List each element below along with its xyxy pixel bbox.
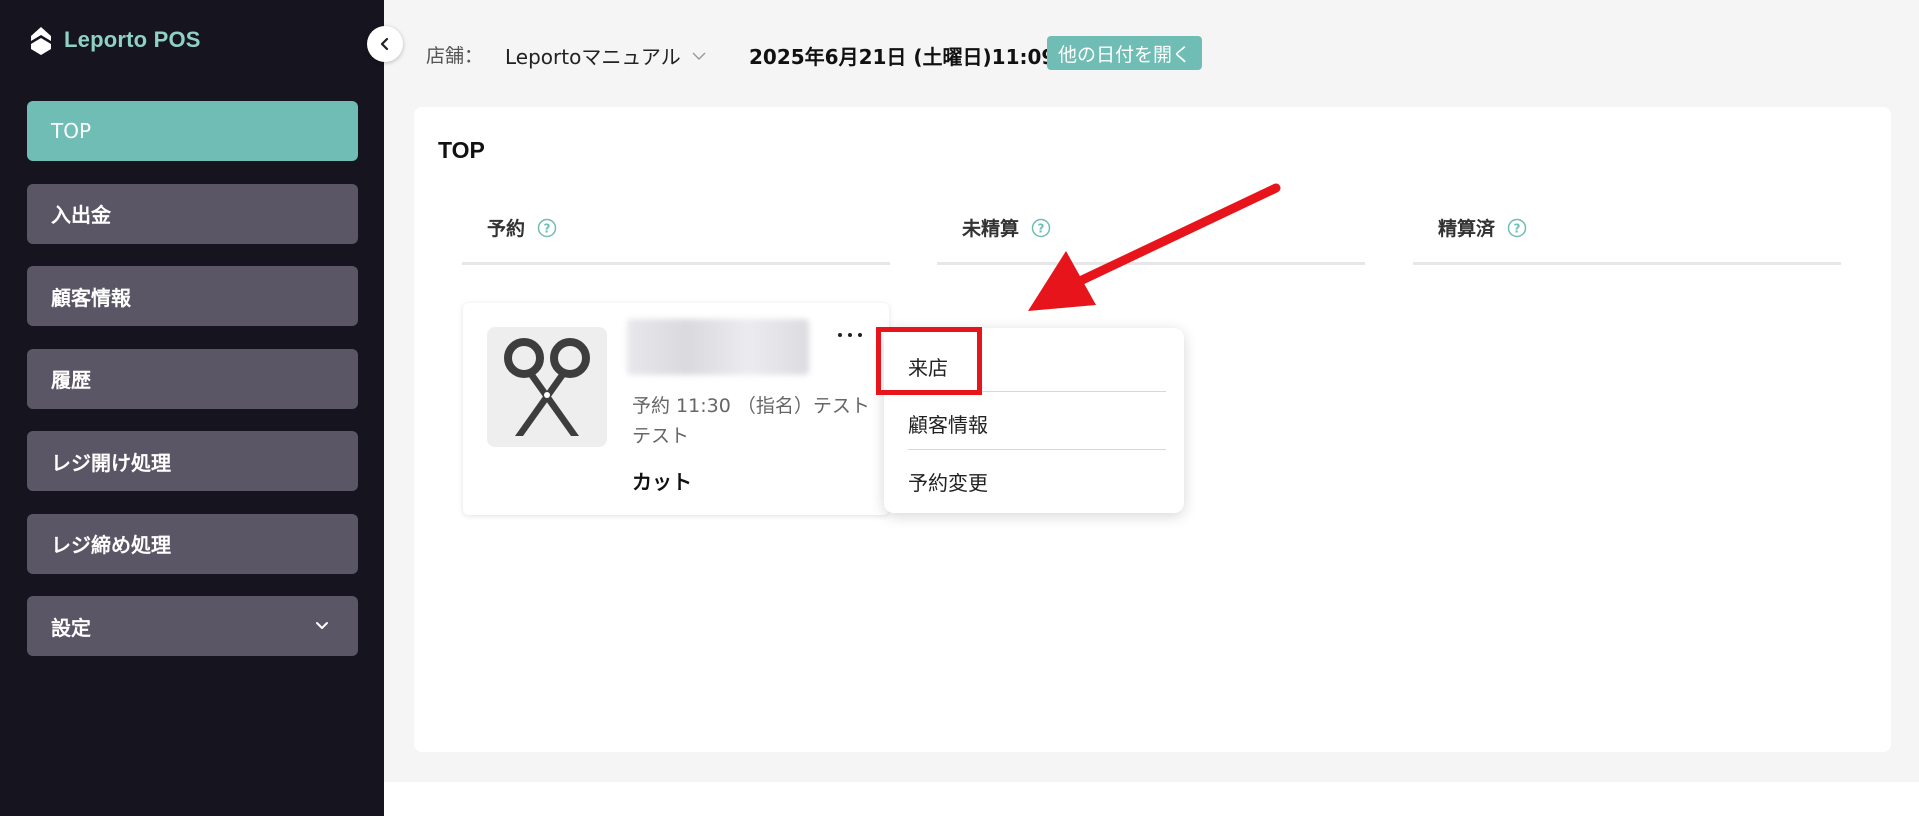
question-circle-icon[interactable]: ?	[537, 218, 557, 238]
store-label: 店舗：	[426, 45, 484, 67]
footer-strip	[384, 782, 1919, 816]
chevron-left-icon	[380, 37, 389, 51]
current-date: 2025年6月21日 (土曜日)11:09	[749, 45, 1056, 69]
more-horizontal-icon[interactable]	[835, 325, 865, 345]
column-header-paid: 精算済 ?	[1438, 214, 1527, 241]
svg-text:?: ?	[1514, 221, 1521, 235]
column-underline	[462, 262, 890, 265]
menu-divider	[908, 449, 1166, 450]
sidebar-item-top[interactable]: TOP	[27, 101, 358, 161]
sidebar-item-label: 顧客情報	[51, 285, 131, 310]
app-name: Leporto POS	[64, 27, 201, 52]
chevron-down-icon	[316, 622, 328, 629]
sidebar: Leporto POS TOP 入出金 顧客情報 履歴 レジ開け処理 レジ締め処…	[0, 0, 384, 816]
question-circle-icon[interactable]: ?	[1507, 218, 1527, 238]
column-header-reservation: 予約 ?	[487, 214, 557, 241]
sidebar-item-label: レジ締め処理	[51, 533, 171, 557]
brand[interactable]: Leporto POS	[28, 24, 201, 56]
sidebar-item-register-open[interactable]: レジ開け処理	[27, 431, 358, 491]
sidebar-item-label: 履歴	[51, 368, 91, 392]
menu-item-customer-info[interactable]: 顧客情報	[908, 409, 988, 438]
annotation-highlight-box	[876, 327, 982, 395]
chevron-down-icon	[692, 52, 706, 60]
leporto-logo-icon	[31, 27, 51, 55]
svg-text:?: ?	[544, 221, 551, 235]
column-header-label: 予約	[487, 218, 526, 240]
sidebar-item-label: 設定	[51, 615, 91, 640]
card-thumbnail	[487, 327, 607, 447]
column-header-label: 精算済	[1438, 218, 1496, 240]
scissors-icon	[504, 338, 590, 436]
reservation-card[interactable]: 予約 11:30 （指名）テスト テスト カット	[463, 303, 889, 515]
sidebar-nav: TOP 入出金 顧客情報 履歴 レジ開け処理 レジ締め処理 設定	[27, 101, 358, 679]
sidebar-item-label: TOP	[51, 119, 92, 143]
customer-name-blurred	[627, 319, 809, 375]
sidebar-item-history[interactable]: 履歴	[27, 348, 358, 409]
page-title: TOP	[438, 137, 485, 163]
column-underline	[1413, 262, 1841, 265]
store-select[interactable]: Leportoマニュアル	[505, 41, 707, 70]
sidebar-item-label: レジ開け処理	[51, 450, 171, 475]
sidebar-item-cash[interactable]: 入出金	[27, 183, 358, 244]
sidebar-item-settings[interactable]: 設定	[27, 596, 358, 656]
reservation-time: 予約 11:30 （指名）テスト テスト	[632, 395, 870, 447]
sidebar-item-label: 入出金	[51, 203, 111, 227]
annotation-arrow-icon	[1028, 183, 1281, 311]
reservation-menu: カット	[632, 470, 692, 494]
sidebar-item-customers[interactable]: 顧客情報	[27, 266, 358, 326]
menu-item-change-reservation[interactable]: 予約変更	[908, 467, 988, 496]
store-select-value: Leportoマニュアル	[505, 45, 681, 69]
sidebar-collapse-button[interactable]	[367, 26, 403, 62]
open-other-date-button[interactable]: 他の日付を開く	[1047, 36, 1203, 70]
sidebar-item-register-close[interactable]: レジ締め処理	[27, 513, 358, 574]
